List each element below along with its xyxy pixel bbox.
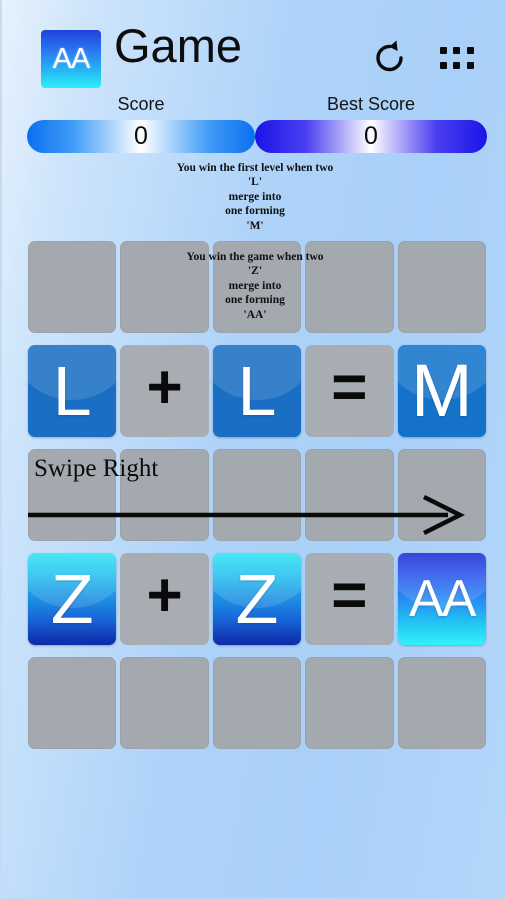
operator-glyph: + <box>146 353 183 422</box>
app-logo-label: AA <box>52 42 91 75</box>
score-panel-best: Best Score 0 <box>255 92 487 153</box>
menu-dot <box>440 62 448 69</box>
score-panel-current: Score 0 <box>27 92 255 153</box>
best-score-label: Best Score <box>326 94 416 114</box>
app-bar: AA Game <box>2 0 506 92</box>
tile-letter-label: L <box>52 352 92 430</box>
tile-letter-Z[interactable]: Z <box>28 553 117 645</box>
board-row-empty-row <box>28 657 486 749</box>
board-row-game-formula-row: Z + Z = AA <box>28 553 486 645</box>
tile-letter-Z[interactable]: Z <box>212 553 302 645</box>
tile-operator-plus[interactable]: + <box>120 553 209 645</box>
best-score-value-pill: 0 <box>255 120 487 153</box>
instruction-line: You win the first level when two <box>176 162 334 174</box>
tile-empty[interactable] <box>28 657 117 749</box>
tile-letter-AA[interactable]: AA <box>397 553 486 645</box>
tile-empty[interactable] <box>397 657 486 749</box>
board-row-swipe-row: Swipe Right <box>28 449 486 541</box>
score-area: Score 0 Best Score 0 <box>2 92 506 158</box>
instruction-line: merge into <box>228 190 282 203</box>
tile-letter-label: L <box>237 352 277 430</box>
score-label: Score <box>117 94 165 114</box>
menu-dot <box>466 47 474 54</box>
tile-letter-L[interactable]: L <box>28 345 117 437</box>
aa-logo-icon: AA <box>41 30 101 88</box>
tile-letter-label: AA <box>409 570 476 628</box>
operator-glyph: + <box>146 561 183 630</box>
reset-button[interactable] <box>366 34 412 80</box>
board-row-level-formula-row: L + L = M <box>28 345 486 437</box>
game-board[interactable]: L + L = M Swipe Right Z + Z = AA <box>28 241 486 761</box>
instruction-level-text: You win the first level when two 'L' merge… <box>85 161 425 233</box>
menu-button[interactable] <box>438 44 476 72</box>
board-row-instruction-row <box>28 241 486 333</box>
operator-glyph: = <box>331 353 368 422</box>
tile-operator-equals[interactable]: = <box>305 553 394 645</box>
tile-empty[interactable] <box>212 241 302 333</box>
tile-letter-label: Z <box>235 560 279 638</box>
menu-dot <box>453 62 461 69</box>
score-value-pill: 0 <box>27 120 255 153</box>
tile-empty[interactable] <box>28 241 117 333</box>
instruction-line: 'L' <box>247 176 263 189</box>
page-title: Game <box>114 19 242 72</box>
tile-letter-L[interactable]: L <box>212 345 302 437</box>
rotate-ccw-icon <box>376 40 403 72</box>
tile-empty[interactable] <box>120 449 209 541</box>
menu-dot <box>440 47 448 54</box>
tile-operator-plus[interactable]: + <box>120 345 209 437</box>
tile-empty[interactable] <box>120 241 209 333</box>
tile-operator-equals[interactable]: = <box>305 345 394 437</box>
tile-empty[interactable] <box>28 449 117 541</box>
tile-empty[interactable] <box>397 241 486 333</box>
tile-empty[interactable] <box>212 449 302 541</box>
tile-empty[interactable] <box>305 241 394 333</box>
best-score-value: 0 <box>364 122 378 150</box>
menu-dot <box>466 62 474 69</box>
tile-empty[interactable] <box>120 657 209 749</box>
tile-letter-label: Z <box>50 560 94 638</box>
tile-letter-label: M <box>410 349 473 432</box>
instruction-line: 'M' <box>246 219 264 232</box>
menu-dot <box>453 47 461 54</box>
score-value: 0 <box>134 122 148 150</box>
tile-letter-M[interactable]: M <box>397 345 486 437</box>
instruction-line: one forming <box>225 205 285 218</box>
tile-empty[interactable] <box>397 449 486 541</box>
operator-glyph: = <box>331 561 368 630</box>
tile-empty[interactable] <box>212 657 302 749</box>
tile-empty[interactable] <box>305 449 394 541</box>
tile-empty[interactable] <box>305 657 394 749</box>
